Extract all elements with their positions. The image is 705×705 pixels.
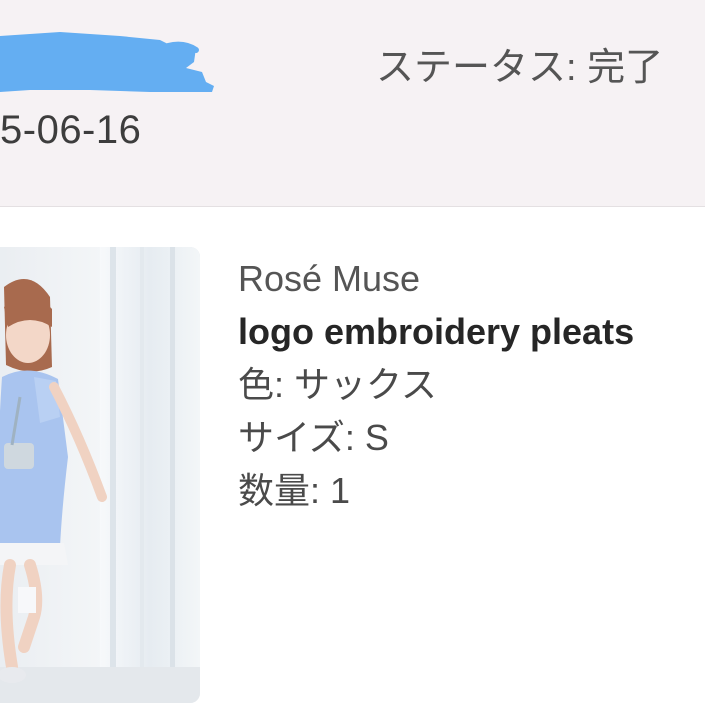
order-detail-screen: 5-06-16 ステータス: 完了 Rosé Muse logo embroid… [0,0,705,705]
product-size: サイズ: S [238,417,389,458]
product-brand: Rosé Muse [238,258,421,299]
order-status: ステータス: 完了 [376,47,664,89]
product-quantity: 数量: 1 [238,470,351,511]
item-details: Rosé Muse logo embroidery pleats 色: サックス… [238,252,705,517]
order-header: 5-06-16 ステータス: 完了 [0,0,705,207]
order-date: 5-06-16 [0,108,142,152]
product-color: 色: サックス [238,364,437,405]
product-image[interactable] [0,247,200,703]
redaction-scribble [0,32,214,92]
product-photo-illustration [0,247,200,703]
product-title[interactable]: logo embroidery pleats [238,305,705,358]
order-item-card[interactable]: Rosé Muse logo embroidery pleats 色: サックス… [0,207,705,705]
